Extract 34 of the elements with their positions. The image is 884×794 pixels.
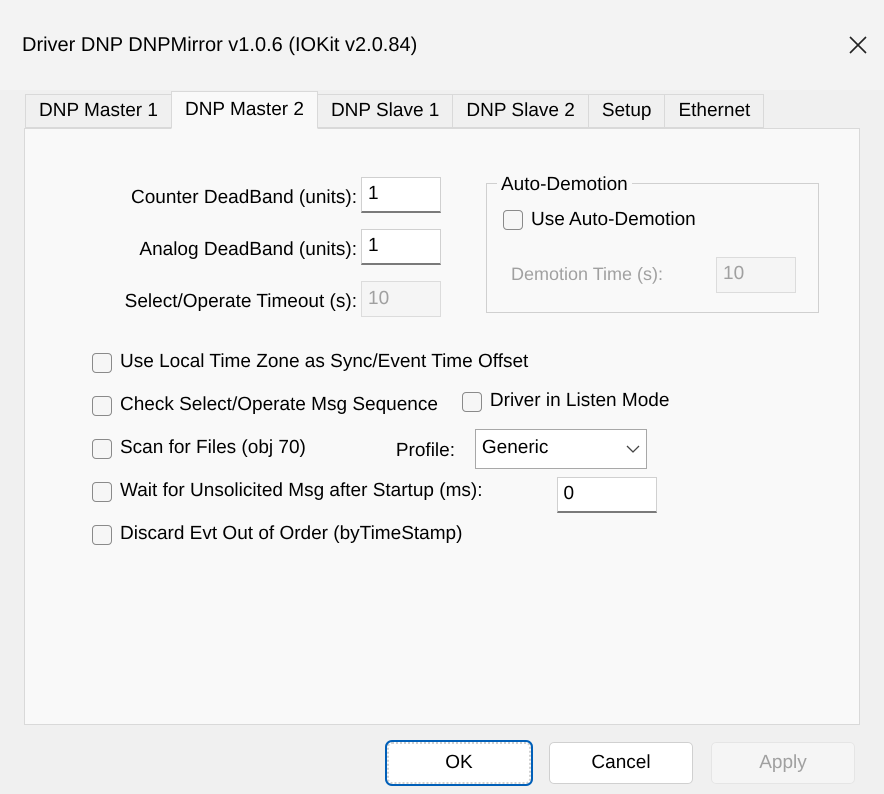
input-field[interactable]: 1 bbox=[361, 177, 441, 213]
tab[interactable]: Setup bbox=[588, 94, 666, 128]
checkbox[interactable] bbox=[503, 210, 523, 230]
tab[interactable]: Ethernet bbox=[664, 94, 764, 128]
checkbox[interactable] bbox=[92, 524, 112, 544]
checkbox-label: Wait for Unsolicited Msg after Startup (ms): bbox=[120, 479, 483, 504]
checkbox-label: Scan for Files (obj 70) bbox=[120, 436, 306, 460]
field-label: Select/Operate Timeout (s): bbox=[124, 290, 357, 314]
checkbox-label: Driver in Listen Mode bbox=[490, 389, 670, 414]
input-field[interactable]: 0 bbox=[556, 476, 657, 512]
field-label: Demotion Time (s): bbox=[511, 263, 664, 286]
window-title: Driver DNP DNPMirror v1.0.6 (IOKit v2.0.84) bbox=[22, 33, 418, 58]
field-label: Counter DeadBand (units): bbox=[130, 186, 357, 210]
chevron-down-icon bbox=[626, 444, 640, 452]
checkbox[interactable] bbox=[92, 352, 112, 372]
profile-dropdown[interactable]: Generic bbox=[474, 428, 647, 468]
checkbox[interactable] bbox=[462, 392, 482, 412]
tab[interactable]: DNP Slave 2 bbox=[452, 94, 589, 128]
close-icon[interactable] bbox=[848, 35, 868, 55]
input-field[interactable]: 1 bbox=[361, 229, 441, 265]
checkbox-label: Use Local Time Zone as Sync/Event Time Offset bbox=[120, 350, 528, 374]
tab[interactable]: DNP Slave 1 bbox=[316, 94, 454, 128]
checkbox-label: Use Auto-Demotion bbox=[531, 208, 696, 232]
tab[interactable]: DNP Master 2 bbox=[170, 91, 318, 129]
checkbox-label: Check Select/Operate Msg Sequence bbox=[120, 393, 438, 418]
checkbox[interactable] bbox=[92, 482, 112, 502]
tab[interactable]: DNP Master 1 bbox=[25, 94, 172, 128]
checkbox[interactable] bbox=[92, 396, 112, 416]
checkbox-label: Discard Evt Out of Order (byTimeStamp) bbox=[120, 522, 462, 546]
dialog-button[interactable]: Cancel bbox=[549, 742, 693, 784]
field-label: Analog DeadBand (units): bbox=[139, 238, 357, 262]
profile-label: Profile: bbox=[396, 439, 456, 464]
dialog-button[interactable]: OK bbox=[387, 742, 531, 784]
checkbox[interactable] bbox=[92, 438, 112, 458]
